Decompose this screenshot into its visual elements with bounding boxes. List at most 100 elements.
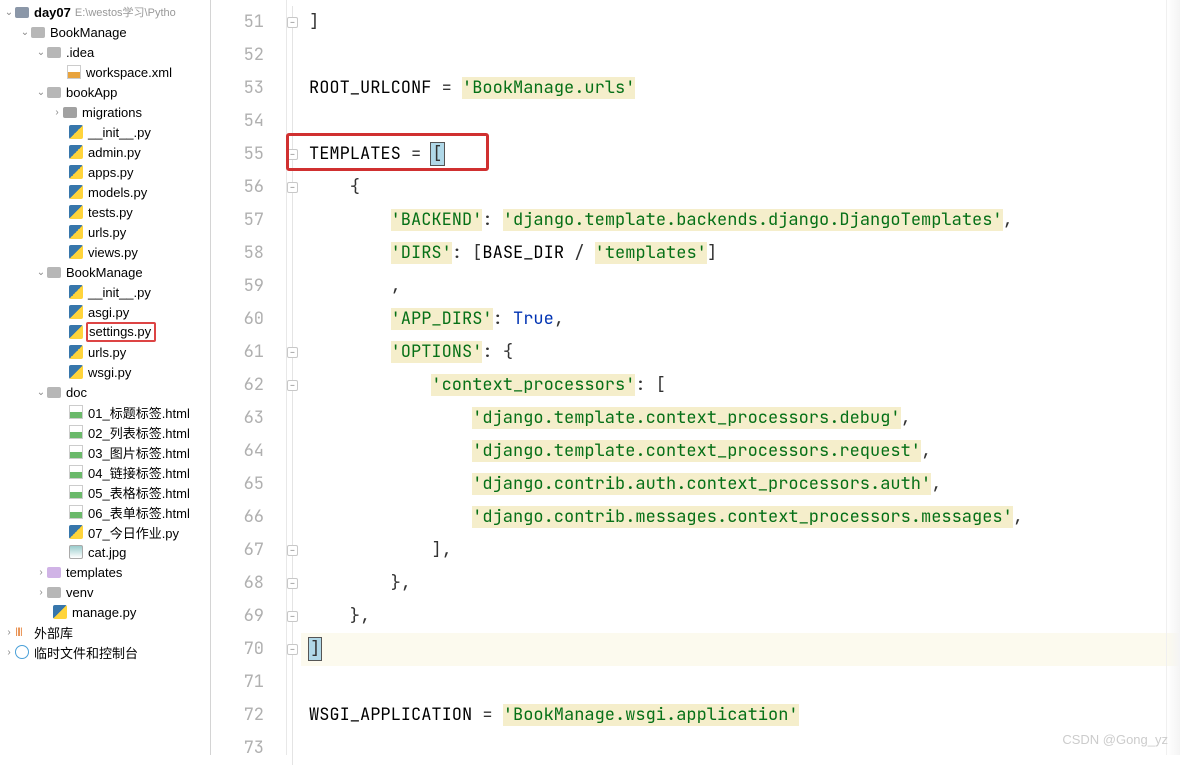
tree-file-settings[interactable]: settings.py <box>0 322 210 342</box>
code-line[interactable]: ] <box>301 6 1180 39</box>
line-number: 55 <box>211 138 286 171</box>
code-line[interactable]: 'DIRS': [BASE_DIR / 'templates'] <box>301 237 1180 270</box>
tree-file[interactable]: 03_图片标签.html <box>0 442 210 462</box>
code-line[interactable]: { <box>301 171 1180 204</box>
code-line[interactable]: ROOT_URLCONF = 'BookManage.urls' <box>301 72 1180 105</box>
tree-file[interactable]: models.py <box>0 182 210 202</box>
python-file-icon <box>69 245 83 259</box>
chevron-right-icon[interactable]: › <box>4 627 14 638</box>
code-line[interactable]: 'django.template.context_processors.debu… <box>301 402 1180 435</box>
tree-file[interactable]: admin.py <box>0 142 210 162</box>
code-line[interactable]: WSGI_APPLICATION = 'BookManage.wsgi.appl… <box>301 699 1180 732</box>
code-line[interactable]: , <box>301 270 1180 303</box>
code-line[interactable] <box>301 666 1180 699</box>
fold-marker-icon[interactable]: – <box>287 578 298 589</box>
tree-label: 03_图片标签.html <box>88 443 190 462</box>
tree-folder-templates[interactable]: › templates <box>0 562 210 582</box>
fold-marker-icon[interactable]: – <box>287 545 298 556</box>
chevron-down-icon[interactable]: ⌄ <box>20 27 30 38</box>
code-line-current[interactable]: ] <box>301 633 1180 666</box>
tree-file-workspace[interactable]: workspace.xml <box>0 62 210 82</box>
tree-folder-bookapp[interactable]: ⌄ bookApp <box>0 82 210 102</box>
fold-gutter[interactable]: – – – – – – – – – <box>287 0 301 755</box>
chevron-right-icon[interactable]: › <box>36 587 46 598</box>
tree-folder-idea[interactable]: ⌄ .idea <box>0 42 210 62</box>
matching-bracket: ] <box>309 638 321 660</box>
tree-file[interactable]: 04_链接标签.html <box>0 462 210 482</box>
tree-label: asgi.py <box>88 305 129 320</box>
tree-file[interactable]: wsgi.py <box>0 362 210 382</box>
tree-file[interactable]: urls.py <box>0 342 210 362</box>
tree-file[interactable]: 07_今日作业.py <box>0 522 210 542</box>
fold-marker-icon[interactable]: – <box>287 149 298 160</box>
tree-file[interactable]: urls.py <box>0 222 210 242</box>
tree-file[interactable]: asgi.py <box>0 302 210 322</box>
tree-external-libs[interactable]: › 外部库 <box>0 622 210 642</box>
code-line[interactable]: 'BACKEND': 'django.template.backends.dja… <box>301 204 1180 237</box>
tree-file[interactable]: apps.py <box>0 162 210 182</box>
fold-marker-icon[interactable]: – <box>287 380 298 391</box>
tree-folder-venv[interactable]: › venv <box>0 582 210 602</box>
code-line[interactable] <box>301 732 1180 765</box>
fold-marker-icon[interactable]: – <box>287 347 298 358</box>
fold-marker-icon[interactable]: – <box>287 611 298 622</box>
line-number: 73 <box>211 732 286 765</box>
fold-marker-icon[interactable]: – <box>287 644 298 655</box>
tree-folder-doc[interactable]: ⌄ doc <box>0 382 210 402</box>
tree-file[interactable]: 06_表单标签.html <box>0 502 210 522</box>
line-number: 52 <box>211 39 286 72</box>
code-line[interactable] <box>301 39 1180 72</box>
code-line[interactable] <box>301 105 1180 138</box>
tree-label: tests.py <box>88 205 133 220</box>
chevron-down-icon[interactable]: ⌄ <box>4 7 14 18</box>
tree-file[interactable]: __init__.py <box>0 282 210 302</box>
code-line[interactable]: ], <box>301 534 1180 567</box>
code-line[interactable]: 'django.template.context_processors.requ… <box>301 435 1180 468</box>
project-path: E:\westos学习\Pytho <box>75 4 176 20</box>
tree-file[interactable]: 01_标题标签.html <box>0 402 210 422</box>
code-line[interactable]: TEMPLATES = [ <box>301 138 1180 171</box>
chevron-right-icon[interactable]: › <box>36 567 46 578</box>
chevron-right-icon[interactable]: › <box>4 647 14 658</box>
folder-icon <box>47 567 61 578</box>
python-file-icon <box>69 225 83 239</box>
chevron-down-icon[interactable]: ⌄ <box>36 87 46 98</box>
code-line[interactable]: }, <box>301 600 1180 633</box>
code-line[interactable]: 'django.contrib.messages.context_process… <box>301 501 1180 534</box>
tree-label: __init__.py <box>88 285 151 300</box>
editor-cursor: [ <box>431 143 443 165</box>
tree-folder-migrations[interactable]: › migrations <box>0 102 210 122</box>
tree-root[interactable]: ⌄ day07 E:\westos学习\Pytho <box>0 2 210 22</box>
fold-marker-icon[interactable]: – <box>287 182 298 193</box>
html-file-icon <box>69 485 83 499</box>
editor-scrollbar[interactable] <box>1166 0 1180 755</box>
code-content[interactable]: ] ROOT_URLCONF = 'BookManage.urls' TEMPL… <box>301 0 1180 755</box>
code-line[interactable]: 'OPTIONS': { <box>301 336 1180 369</box>
tree-folder-bookmanage-pkg[interactable]: ⌄ BookManage <box>0 262 210 282</box>
chevron-right-icon[interactable]: › <box>52 107 62 118</box>
chevron-down-icon[interactable]: ⌄ <box>36 387 46 398</box>
tree-file[interactable]: views.py <box>0 242 210 262</box>
tree-file[interactable]: 02_列表标签.html <box>0 422 210 442</box>
code-line[interactable]: 'context_processors': [ <box>301 369 1180 402</box>
chevron-down-icon[interactable]: ⌄ <box>36 47 46 58</box>
tree-file[interactable]: __init__.py <box>0 122 210 142</box>
chevron-down-icon[interactable]: ⌄ <box>36 267 46 278</box>
tree-file[interactable]: 05_表格标签.html <box>0 482 210 502</box>
tree-file[interactable]: cat.jpg <box>0 542 210 562</box>
code-editor[interactable]: 51 52 53 54 55 56 57 58 59 60 61 62 63 6… <box>211 0 1180 755</box>
code-line[interactable]: }, <box>301 567 1180 600</box>
tree-label: models.py <box>88 185 147 200</box>
code-line[interactable]: 'APP_DIRS': True, <box>301 303 1180 336</box>
fold-marker-icon[interactable]: – <box>287 17 298 28</box>
tree-file[interactable]: tests.py <box>0 202 210 222</box>
project-tree[interactable]: ⌄ day07 E:\westos学习\Pytho ⌄ BookManage ⌄… <box>0 0 211 755</box>
python-file-icon <box>69 185 83 199</box>
tree-scratches[interactable]: › 临时文件和控制台 <box>0 642 210 662</box>
python-file-icon <box>69 125 83 139</box>
code-line[interactable]: 'django.contrib.auth.context_processors.… <box>301 468 1180 501</box>
tree-file[interactable]: manage.py <box>0 602 210 622</box>
tree-folder-bookmanage[interactable]: ⌄ BookManage <box>0 22 210 42</box>
html-file-icon <box>69 505 83 519</box>
python-file-icon <box>69 165 83 179</box>
